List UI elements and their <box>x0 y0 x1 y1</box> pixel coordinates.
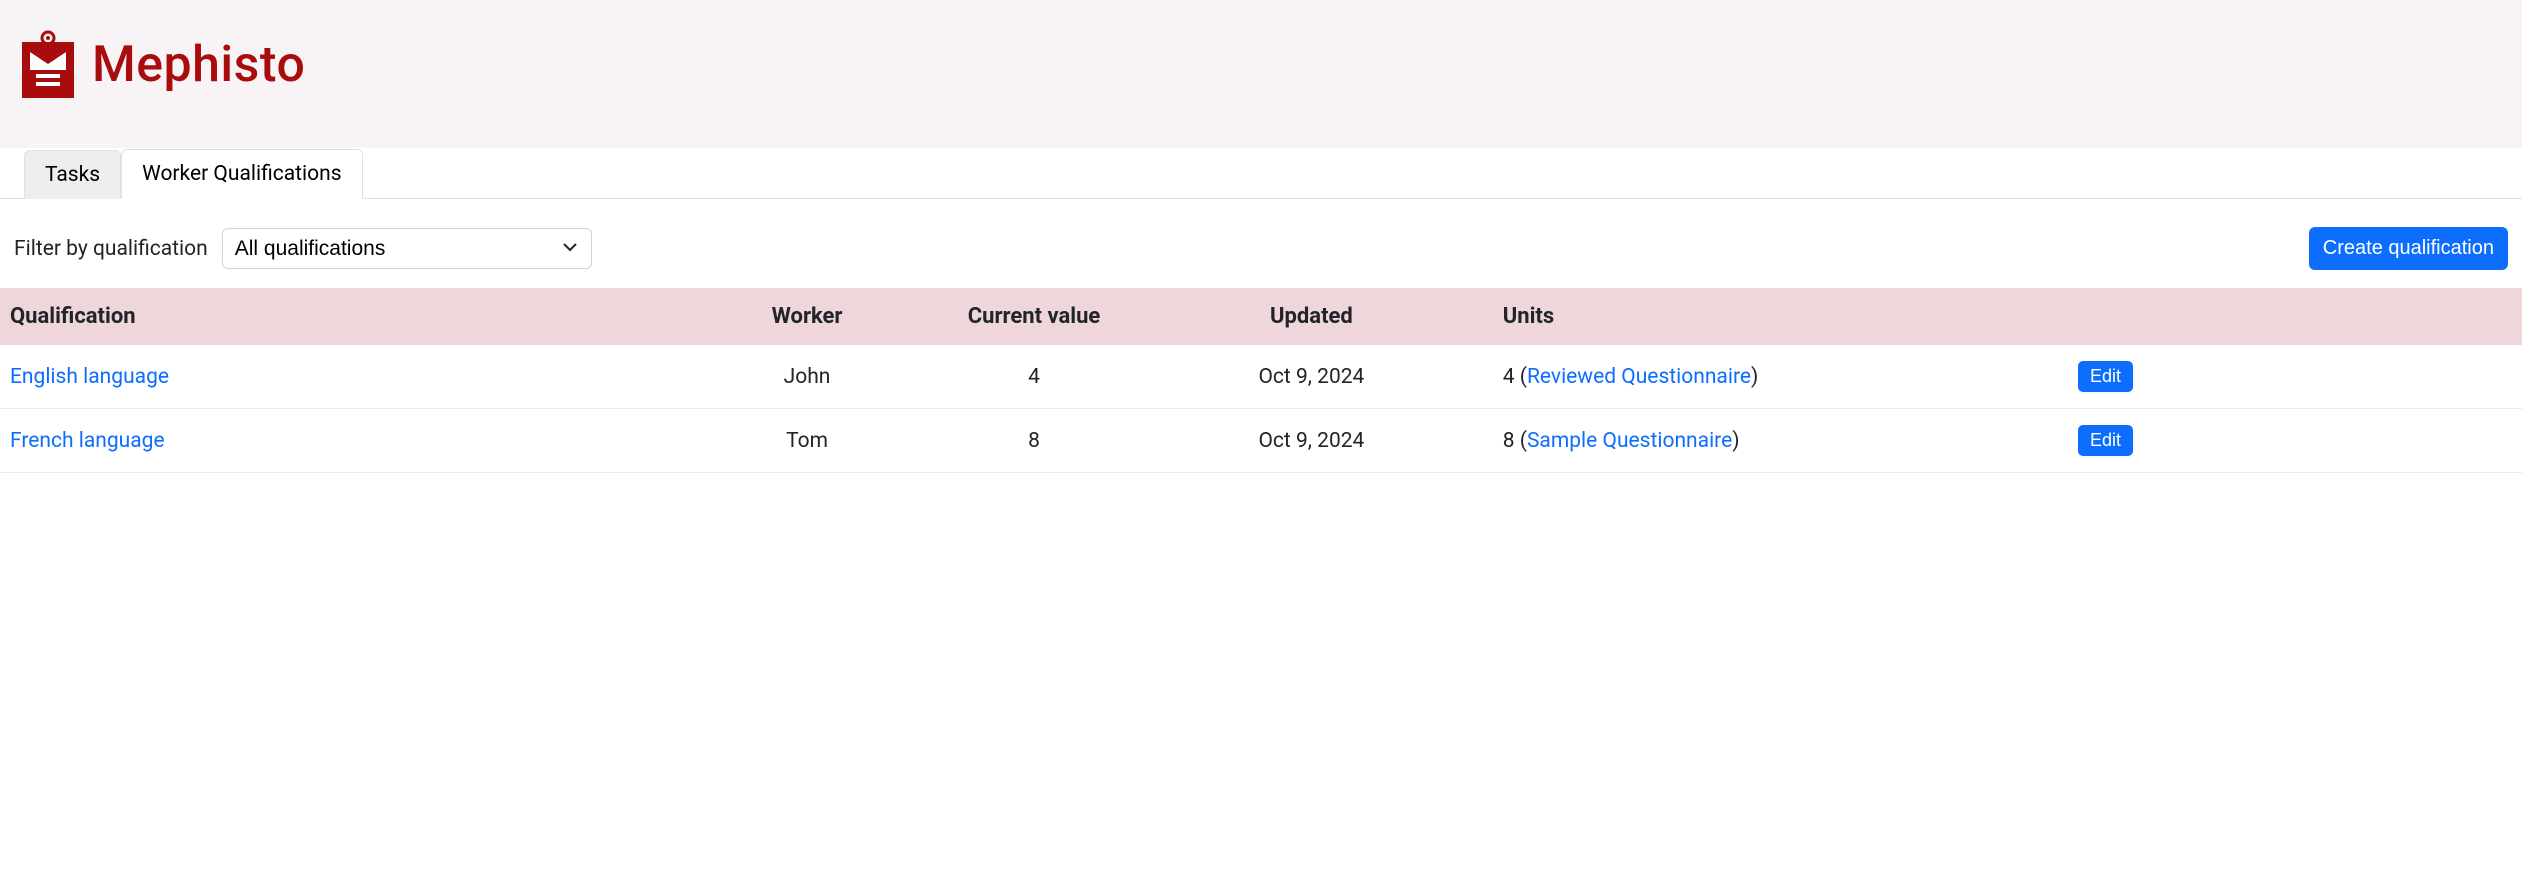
create-qualification-button[interactable]: Create qualification <box>2309 227 2508 270</box>
units-link[interactable]: Reviewed Questionnaire <box>1527 365 1751 389</box>
tabs: Tasks Worker Qualifications <box>0 148 2522 199</box>
units-cell: 4 (Reviewed Questionnaire) <box>1463 345 2068 409</box>
filter-row: Filter by qualification All qualificatio… <box>0 199 2522 288</box>
qualification-link[interactable]: French language <box>10 429 165 453</box>
brand-title: Mephisto <box>92 36 305 94</box>
worker-cell: John <box>706 345 908 409</box>
col-header-units: Units <box>1463 288 2068 345</box>
updated-cell: Oct 9, 2024 <box>1160 409 1463 473</box>
units-count: 4 <box>1503 365 1515 389</box>
value-cell: 4 <box>908 345 1160 409</box>
edit-button[interactable]: Edit <box>2078 425 2133 456</box>
mephisto-logo-icon <box>18 30 78 100</box>
tab-worker-qualifications[interactable]: Worker Qualifications <box>121 149 362 199</box>
edit-button[interactable]: Edit <box>2078 361 2133 392</box>
filter-select[interactable]: All qualifications <box>222 228 592 269</box>
qualification-link[interactable]: English language <box>10 365 169 389</box>
units-link[interactable]: Sample Questionnaire <box>1527 429 1732 453</box>
tab-tasks[interactable]: Tasks <box>24 150 121 199</box>
units-cell: 8 (Sample Questionnaire) <box>1463 409 2068 473</box>
qualifications-table: Qualification Worker Current value Updat… <box>0 288 2522 473</box>
col-header-qualification: Qualification <box>0 288 706 345</box>
col-header-edit <box>2068 288 2522 345</box>
filter-select-wrap: All qualifications <box>222 228 592 269</box>
worker-cell: Tom <box>706 409 908 473</box>
header: Mephisto <box>0 0 2522 148</box>
updated-cell: Oct 9, 2024 <box>1160 345 1463 409</box>
value-cell: 8 <box>908 409 1160 473</box>
col-header-worker: Worker <box>706 288 908 345</box>
table-row: French language Tom 8 Oct 9, 2024 8 (Sam… <box>0 409 2522 473</box>
filter-label: Filter by qualification <box>14 237 208 261</box>
col-header-updated: Updated <box>1160 288 1463 345</box>
col-header-current-value: Current value <box>908 288 1160 345</box>
units-count: 8 <box>1503 429 1515 453</box>
table-row: English language John 4 Oct 9, 2024 4 (R… <box>0 345 2522 409</box>
